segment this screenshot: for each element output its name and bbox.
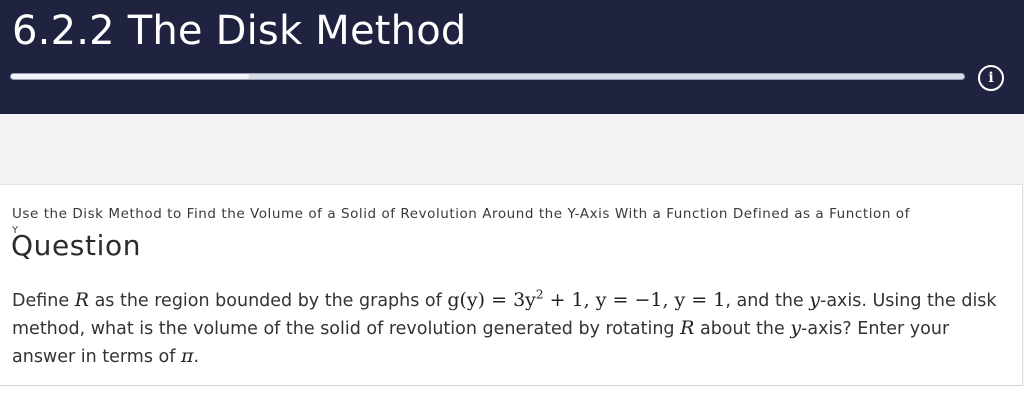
question-heading: Question xyxy=(11,229,142,262)
question-text-part: about the xyxy=(694,319,791,339)
progress-fill xyxy=(11,74,250,79)
math-equation-part: + 1, y = −1, y = 1 xyxy=(543,289,726,311)
question-text-part: Define xyxy=(12,291,75,311)
math-equation-part: g(y) = 3y xyxy=(447,289,536,311)
question-card: Use the Disk Method to Find the Volume o… xyxy=(0,184,1023,386)
progress-bar xyxy=(10,73,965,80)
math-exponent: 2 xyxy=(535,287,544,302)
question-subtitle: Use the Disk Method to Find the Volume o… xyxy=(12,206,910,222)
math-equation: g(y) = 3y2 + 1, y = −1, y = 1 xyxy=(447,289,725,311)
question-text: Define R as the region bounded by the gr… xyxy=(12,287,1002,371)
page-title: 6.2.2 The Disk Method xyxy=(12,8,467,54)
math-region-r: R xyxy=(680,317,695,339)
header-bar: 6.2.2 The Disk Method i xyxy=(0,0,1024,114)
math-variable-y: y xyxy=(809,289,820,311)
spacer xyxy=(0,114,1024,184)
bottom-area xyxy=(0,386,1024,411)
question-text-part: . xyxy=(193,347,200,367)
math-pi: π xyxy=(180,345,194,367)
info-icon[interactable]: i xyxy=(978,65,1004,91)
math-region-r: R xyxy=(74,289,89,311)
math-variable-y: y xyxy=(790,317,802,339)
question-text-part: as the region bounded by the graphs of xyxy=(89,291,448,311)
question-text-part: , and the xyxy=(725,291,810,311)
